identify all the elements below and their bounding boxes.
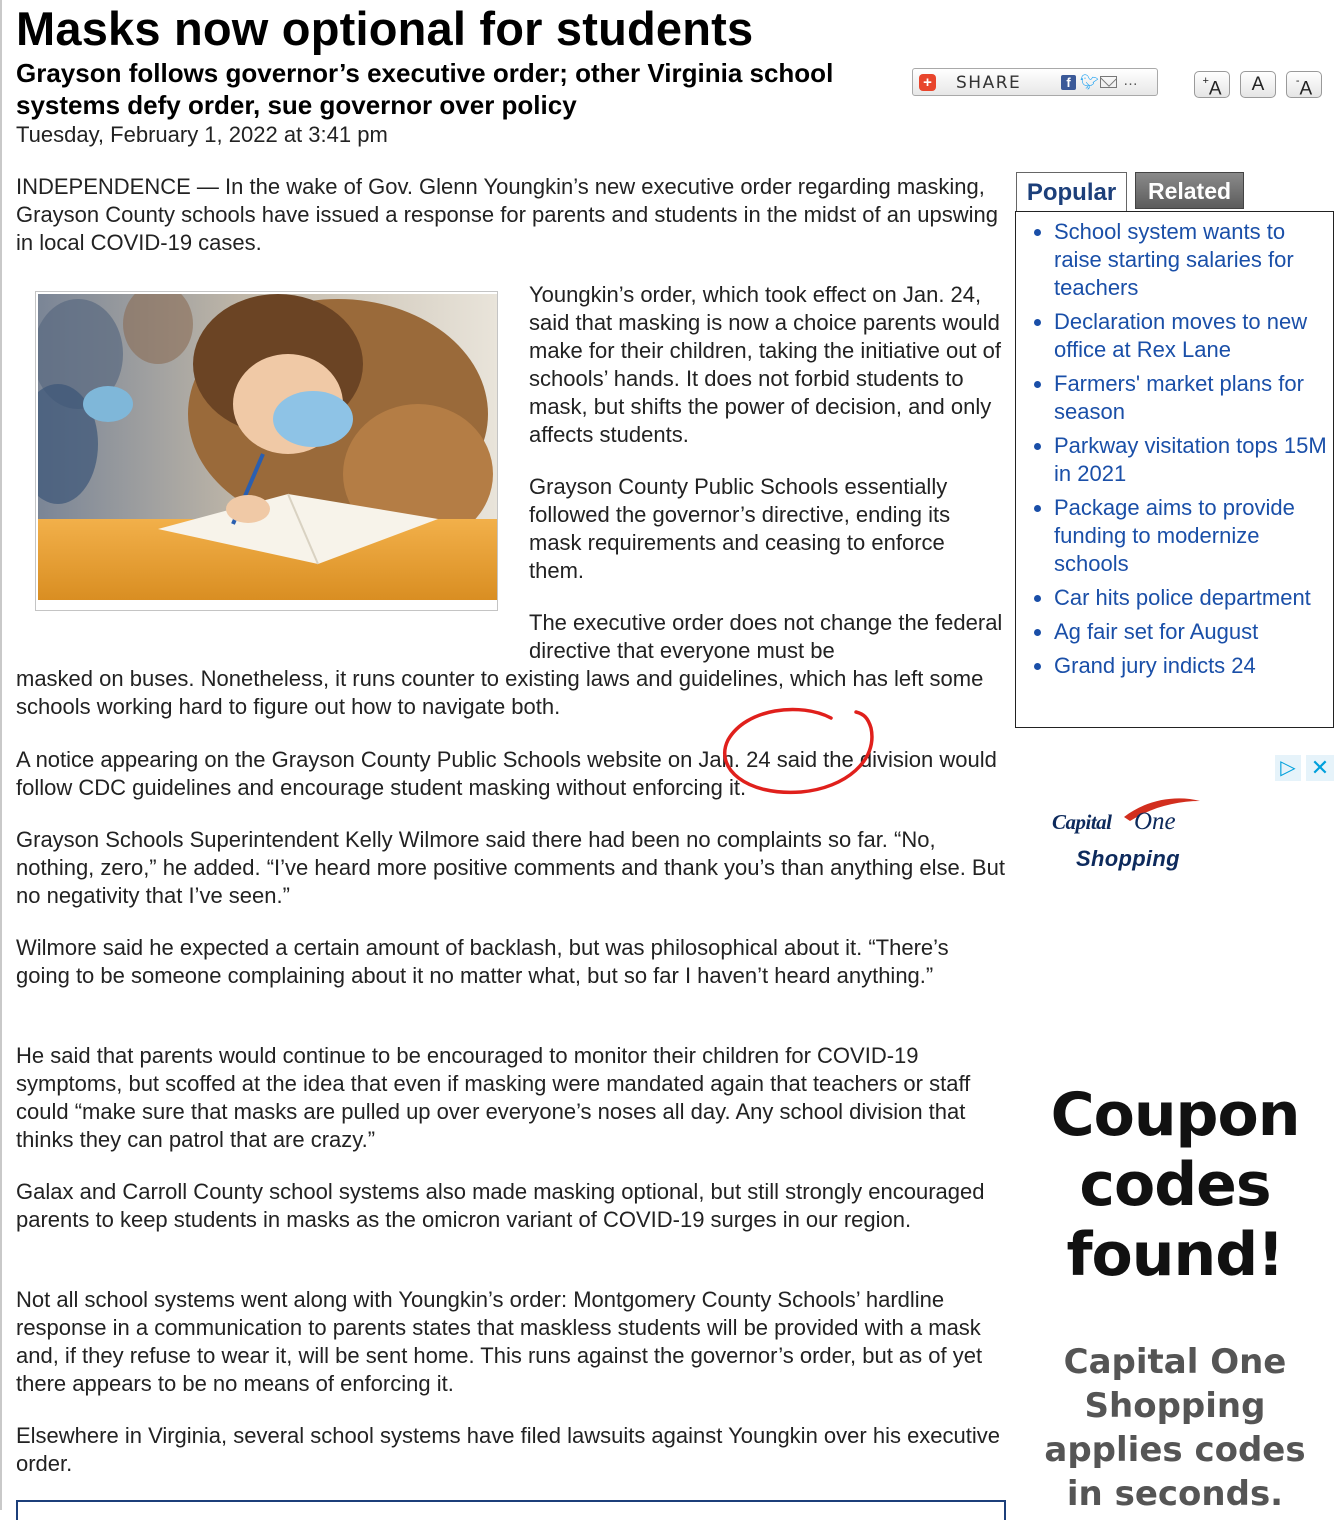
more-icon[interactable]: … — [1123, 72, 1138, 89]
list-item: School system wants to raise starting sa… — [1054, 218, 1327, 302]
list-item: Farmers' market plans for season — [1054, 370, 1327, 426]
adchoices-icon[interactable]: ▷ — [1275, 755, 1301, 781]
article-paragraph: masked on buses. Nonetheless, it runs co… — [16, 666, 984, 719]
student-writing-photo — [38, 294, 497, 600]
ad-close-icon[interactable]: ✕ — [1306, 755, 1334, 781]
minus-mark: - — [1295, 75, 1300, 87]
ad-shopping-label: Shopping — [1076, 846, 1180, 871]
article-subhead: Grayson follows governor’s executive ord… — [16, 58, 834, 120]
article-paragraph: The executive order does not change the … — [529, 610, 1003, 663]
list-item: Package aims to provide funding to moder… — [1054, 494, 1327, 578]
logo-one-text: One — [1134, 808, 1176, 835]
font-reset-label: A — [1251, 74, 1265, 95]
ad-headline[interactable]: Coupon codes found! — [1040, 1080, 1310, 1290]
facebook-icon[interactable]: f — [1061, 75, 1076, 90]
popular-link[interactable]: Ag fair set for August — [1054, 619, 1258, 644]
article-paragraph: Grayson County Public Schools essentiall… — [529, 474, 951, 583]
twitter-icon[interactable]: 🐦︎ — [1080, 73, 1099, 91]
capital-one-logo[interactable]: Capital One — [1052, 795, 1202, 840]
article-paragraph: Youngkin’s order, which took effect on J… — [529, 282, 1002, 447]
share-plus-icon: + — [919, 74, 936, 91]
article-photo — [35, 291, 498, 611]
plus-mark: + — [1202, 75, 1209, 87]
popular-panel: School system wants to raise starting sa… — [1015, 211, 1334, 728]
article-dateline: Tuesday, February 1, 2022 at 3:41 pm — [16, 122, 388, 147]
article-paragraph: He said that parents would continue to b… — [16, 1043, 971, 1152]
list-item: Parkway visitation tops 15M in 2021 — [1054, 432, 1327, 488]
related-box-top-border — [16, 1500, 1006, 1520]
font-decrease-label: A — [1299, 78, 1313, 100]
tab-related[interactable]: Related — [1135, 172, 1244, 209]
share-label[interactable]: SHARE — [956, 73, 1021, 93]
font-reset-button[interactable]: A — [1240, 71, 1276, 98]
email-icon[interactable] — [1100, 76, 1117, 88]
page-left-border — [0, 0, 2, 1510]
article-paragraph: Grayson Schools Superintendent Kelly Wil… — [16, 827, 1005, 908]
popular-list: School system wants to raise starting sa… — [1016, 212, 1333, 680]
popular-link[interactable]: Parkway visitation tops 15M in 2021 — [1054, 433, 1327, 486]
article-paragraph: Not all school systems went along with Y… — [16, 1287, 983, 1396]
list-item: Ag fair set for August — [1054, 618, 1327, 646]
logo-capital-text: Capital — [1052, 810, 1112, 834]
article-paragraph: Elsewhere in Virginia, several school sy… — [16, 1423, 1001, 1476]
article-paragraph: Wilmore said he expected a certain amoun… — [16, 935, 949, 988]
article-headline: Masks now optional for students — [16, 2, 754, 55]
popular-link[interactable]: Car hits police department — [1054, 585, 1311, 610]
list-item: Declaration moves to new office at Rex L… — [1054, 308, 1327, 364]
popular-link[interactable]: Farmers' market plans for season — [1054, 371, 1304, 424]
article-paragraph: A notice appearing on the Grayson County… — [16, 747, 997, 800]
popular-link[interactable]: Package aims to provide funding to moder… — [1054, 495, 1295, 576]
ad-body[interactable]: Capital One Shopping applies codes in se… — [1040, 1340, 1310, 1516]
article-paragraph: INDEPENDENCE — In the wake of Gov. Glenn… — [16, 174, 999, 255]
popular-link[interactable]: Declaration moves to new office at Rex L… — [1054, 309, 1307, 362]
popular-link[interactable]: School system wants to raise starting sa… — [1054, 219, 1294, 300]
font-increase-button[interactable]: +A — [1194, 71, 1230, 100]
share-widget[interactable]: + SHARE f 🐦︎ … — [912, 68, 1158, 96]
list-item: Car hits police department — [1054, 584, 1327, 612]
font-increase-label: A — [1208, 78, 1222, 100]
article-paragraph: Galax and Carroll County school systems … — [16, 1179, 985, 1232]
font-decrease-button[interactable]: -A — [1286, 71, 1322, 100]
list-item: Grand jury indicts 24 — [1054, 652, 1327, 680]
tab-popular[interactable]: Popular — [1016, 172, 1127, 212]
popular-link[interactable]: Grand jury indicts 24 — [1054, 653, 1256, 678]
